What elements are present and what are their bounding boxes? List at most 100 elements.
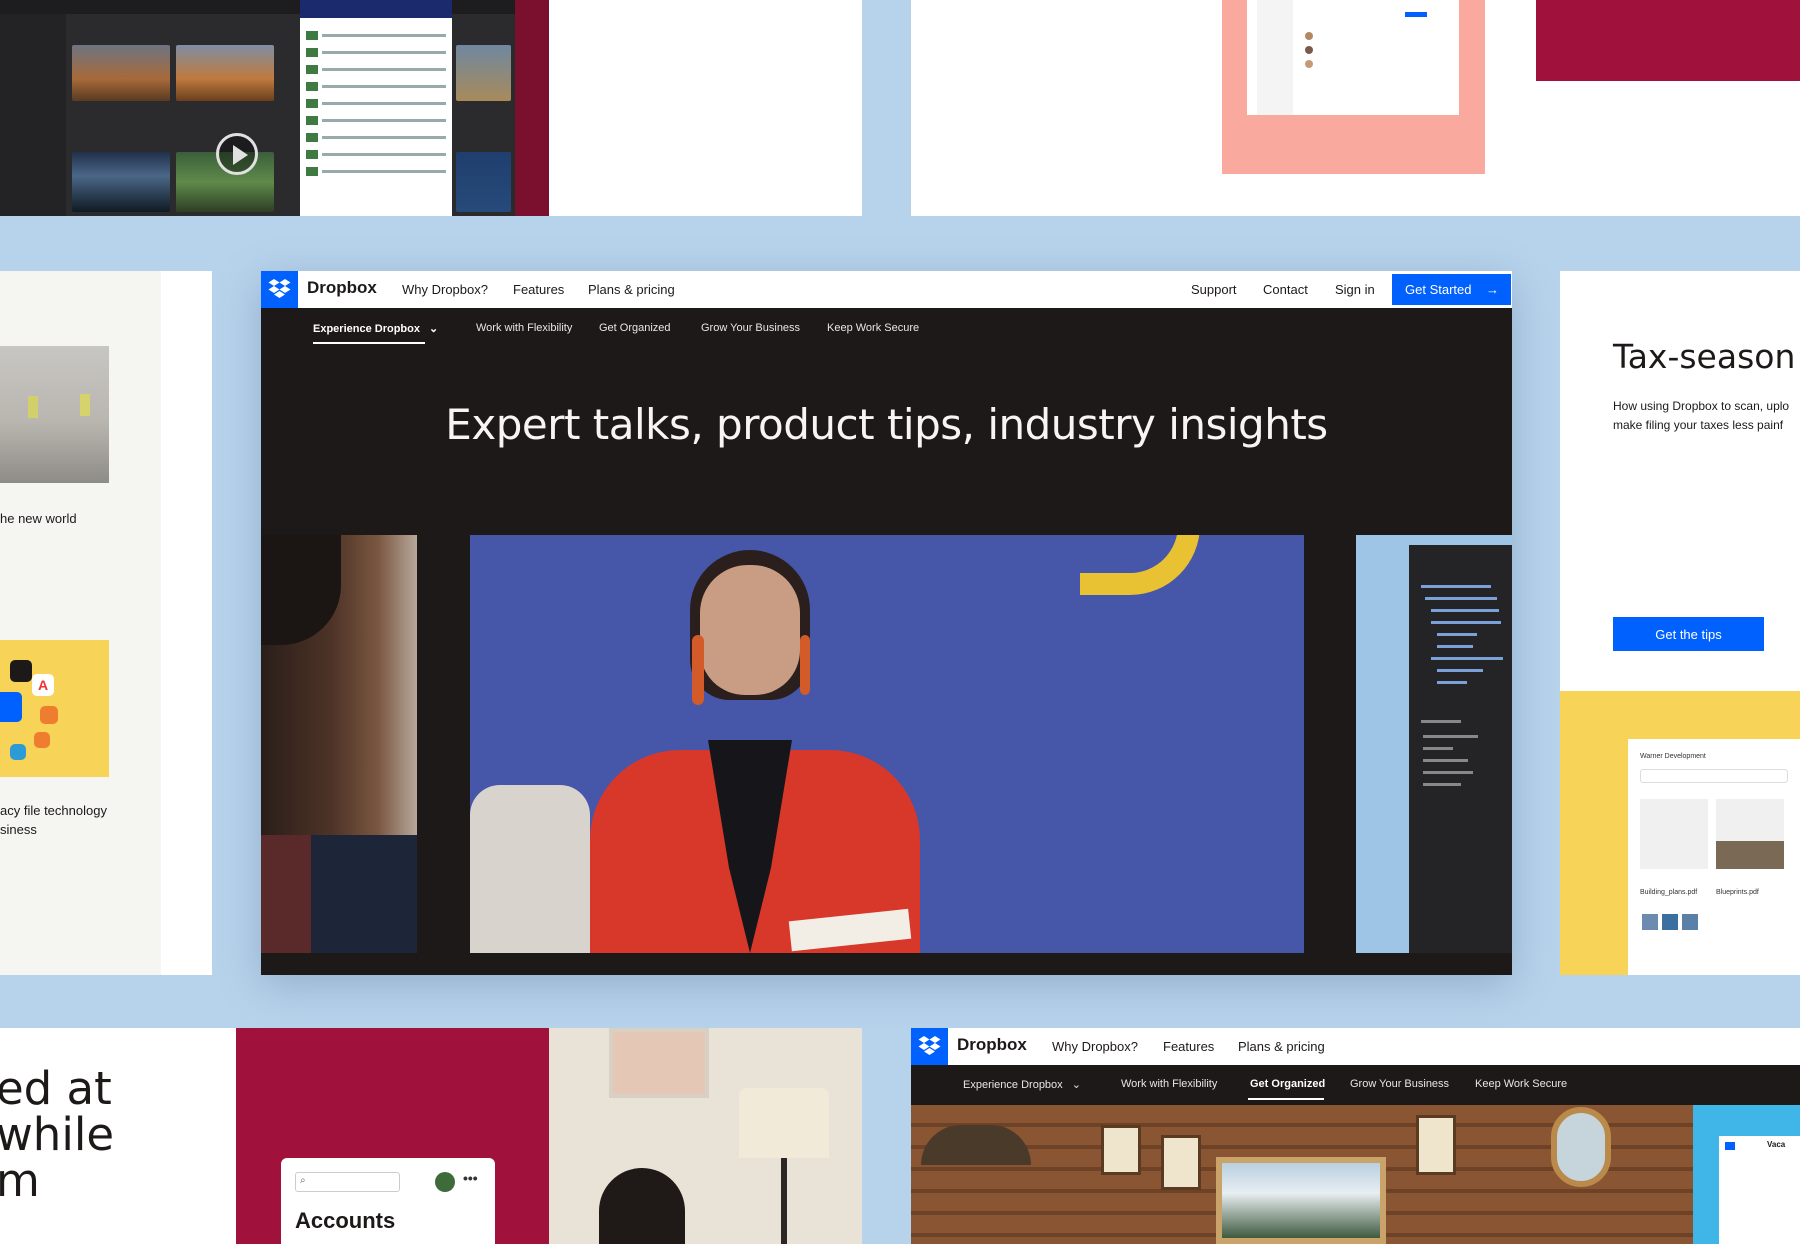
file-icon	[306, 98, 318, 108]
search-input[interactable]	[1640, 769, 1788, 783]
adobe-icon: A	[32, 674, 54, 696]
app-icon	[34, 732, 50, 748]
list-item[interactable]	[306, 131, 446, 143]
file-name: Blueprints.pdf	[1716, 889, 1759, 896]
article-text: he new world	[0, 511, 77, 526]
app-screenshot-right[interactable]	[1356, 535, 1512, 953]
vacation-folder-preview: Vaca	[1693, 1105, 1800, 1244]
list-item[interactable]	[306, 80, 446, 92]
app-icon	[40, 706, 58, 724]
list-item[interactable]	[306, 114, 446, 126]
video-thumbnail[interactable]	[456, 45, 511, 101]
subnav-keep-work-secure[interactable]: Keep Work Secure	[827, 322, 919, 334]
file-icon	[306, 81, 318, 91]
speaker-photo-left[interactable]	[261, 535, 417, 953]
get-organized-page: Dropbox Why Dropbox? Features Plans & pr…	[911, 1028, 1800, 1244]
recent-files-panel	[300, 0, 452, 216]
get-the-tips-button[interactable]: Get the tips	[1613, 617, 1764, 651]
folder-preview-card: Warner Development Building_plans.pdf Bl…	[1628, 739, 1800, 975]
subnav-keep-work-secure[interactable]: Keep Work Secure	[1475, 1078, 1567, 1090]
hero-headline: Expert talks, product tips, industry ins…	[445, 400, 1328, 449]
nav-support[interactable]: Support	[1191, 282, 1237, 297]
list-item[interactable]	[306, 63, 446, 75]
folder-label: Vaca	[1767, 1140, 1786, 1149]
video-thumbnail[interactable]	[176, 45, 274, 101]
list-item[interactable]	[306, 46, 446, 58]
dropbox-logo-icon[interactable]	[261, 271, 298, 308]
subnav-label: Experience Dropbox	[963, 1079, 1063, 1091]
nav-why-dropbox[interactable]: Why Dropbox?	[1052, 1039, 1138, 1054]
card-description: How using Dropbox to scan, uplo make fil…	[1613, 399, 1790, 432]
file-icon	[306, 149, 318, 159]
active-tab-indicator	[1248, 1098, 1324, 1100]
subnav-work-with-flexibility[interactable]: Work with Flexibility	[1121, 1078, 1217, 1090]
dropbox-events-page: Dropbox Why Dropbox? Features Plans & pr…	[261, 271, 1512, 975]
nav-features[interactable]: Features	[513, 282, 564, 297]
get-started-label: Get Started	[1405, 282, 1472, 297]
active-tab-indicator	[313, 342, 425, 344]
top-navbar: Dropbox Why Dropbox? Features Plans & pr…	[261, 271, 1512, 308]
file-thumbnail[interactable]	[1716, 799, 1784, 869]
nav-sign-in[interactable]: Sign in	[1335, 282, 1375, 297]
nav-plans-pricing[interactable]: Plans & pricing	[1238, 1039, 1325, 1054]
list-item[interactable]	[306, 97, 446, 109]
chevron-down-icon: ⌄	[429, 323, 439, 335]
subnav-grow-your-business[interactable]: Grow Your Business	[701, 322, 800, 334]
article-text: acy file technology siness	[0, 803, 107, 837]
folder-name: Warner Development	[1640, 753, 1706, 760]
accounts-title: Accounts	[295, 1208, 396, 1233]
subnav-label: Experience Dropbox	[313, 323, 420, 335]
brand-name[interactable]: Dropbox	[307, 278, 377, 298]
person-photo-tile	[549, 1028, 862, 1244]
blank-tile	[549, 0, 862, 216]
article-card-left: he new world A acy file technology sines…	[0, 271, 212, 975]
subnav-get-organized[interactable]: Get Organized	[1250, 1078, 1325, 1090]
article-column: he new world A acy file technology sines…	[0, 271, 161, 975]
video-thumbnail[interactable]	[456, 152, 511, 212]
list-item[interactable]	[306, 165, 446, 177]
card-title: Tax-season	[1613, 337, 1796, 376]
accounts-tile: ⌕ ••• Accounts	[236, 1028, 549, 1244]
list-item[interactable]	[306, 148, 446, 160]
app-integrations-graphic: A	[0, 640, 109, 777]
main-video-hero[interactable]	[470, 535, 1304, 953]
subnav-work-with-flexibility[interactable]: Work with Flexibility	[476, 322, 572, 334]
more-icon[interactable]: •••	[463, 1170, 478, 1186]
maroon-block	[1536, 0, 1800, 81]
accounts-card: ⌕ ••• Accounts	[281, 1158, 495, 1244]
large-heading: ed at while m	[0, 1062, 115, 1207]
warehouse-photo	[0, 346, 109, 483]
file-icon	[306, 115, 318, 125]
file-icon	[306, 132, 318, 142]
nav-features[interactable]: Features	[1163, 1039, 1214, 1054]
subnav-get-organized[interactable]: Get Organized	[599, 322, 671, 334]
sidebar-tree	[1409, 545, 1512, 953]
top-navbar: Dropbox Why Dropbox? Features Plans & pr…	[911, 1028, 1800, 1065]
get-started-button[interactable]: Get Started →	[1392, 274, 1511, 305]
nav-contact[interactable]: Contact	[1263, 282, 1308, 297]
nav-plans-pricing[interactable]: Plans & pricing	[588, 282, 675, 297]
brand-name[interactable]: Dropbox	[957, 1035, 1027, 1055]
dropbox-logo-icon[interactable]	[911, 1028, 948, 1065]
arrow-right-icon: →	[1486, 282, 1499, 297]
file-thumbnail[interactable]	[1640, 799, 1708, 869]
list-item[interactable]	[306, 29, 446, 41]
sharing-preview-tile	[911, 0, 1800, 216]
nav-why-dropbox[interactable]: Why Dropbox?	[402, 282, 488, 297]
search-icon: ⌕	[300, 1175, 306, 1186]
file-icon	[306, 166, 318, 176]
play-icon[interactable]	[216, 133, 258, 175]
video-thumbnail[interactable]	[72, 45, 170, 101]
subnav-experience-dropbox[interactable]: Experience Dropbox ⌄	[963, 1078, 1081, 1091]
app-icon	[10, 744, 26, 760]
video-thumbnail[interactable]	[72, 152, 170, 212]
search-input[interactable]: ⌕	[295, 1172, 400, 1192]
openai-icon	[10, 660, 32, 682]
sharing-document	[1247, 0, 1459, 115]
cabin-wall-photo[interactable]	[911, 1105, 1693, 1244]
subnav-experience-dropbox[interactable]: Experience Dropbox ⌄	[313, 322, 438, 335]
panel-search-bar[interactable]	[300, 0, 452, 18]
avatar[interactable]	[435, 1172, 455, 1192]
subnav-grow-your-business[interactable]: Grow Your Business	[1350, 1078, 1449, 1090]
mini-app-window: Vaca	[1719, 1136, 1800, 1244]
